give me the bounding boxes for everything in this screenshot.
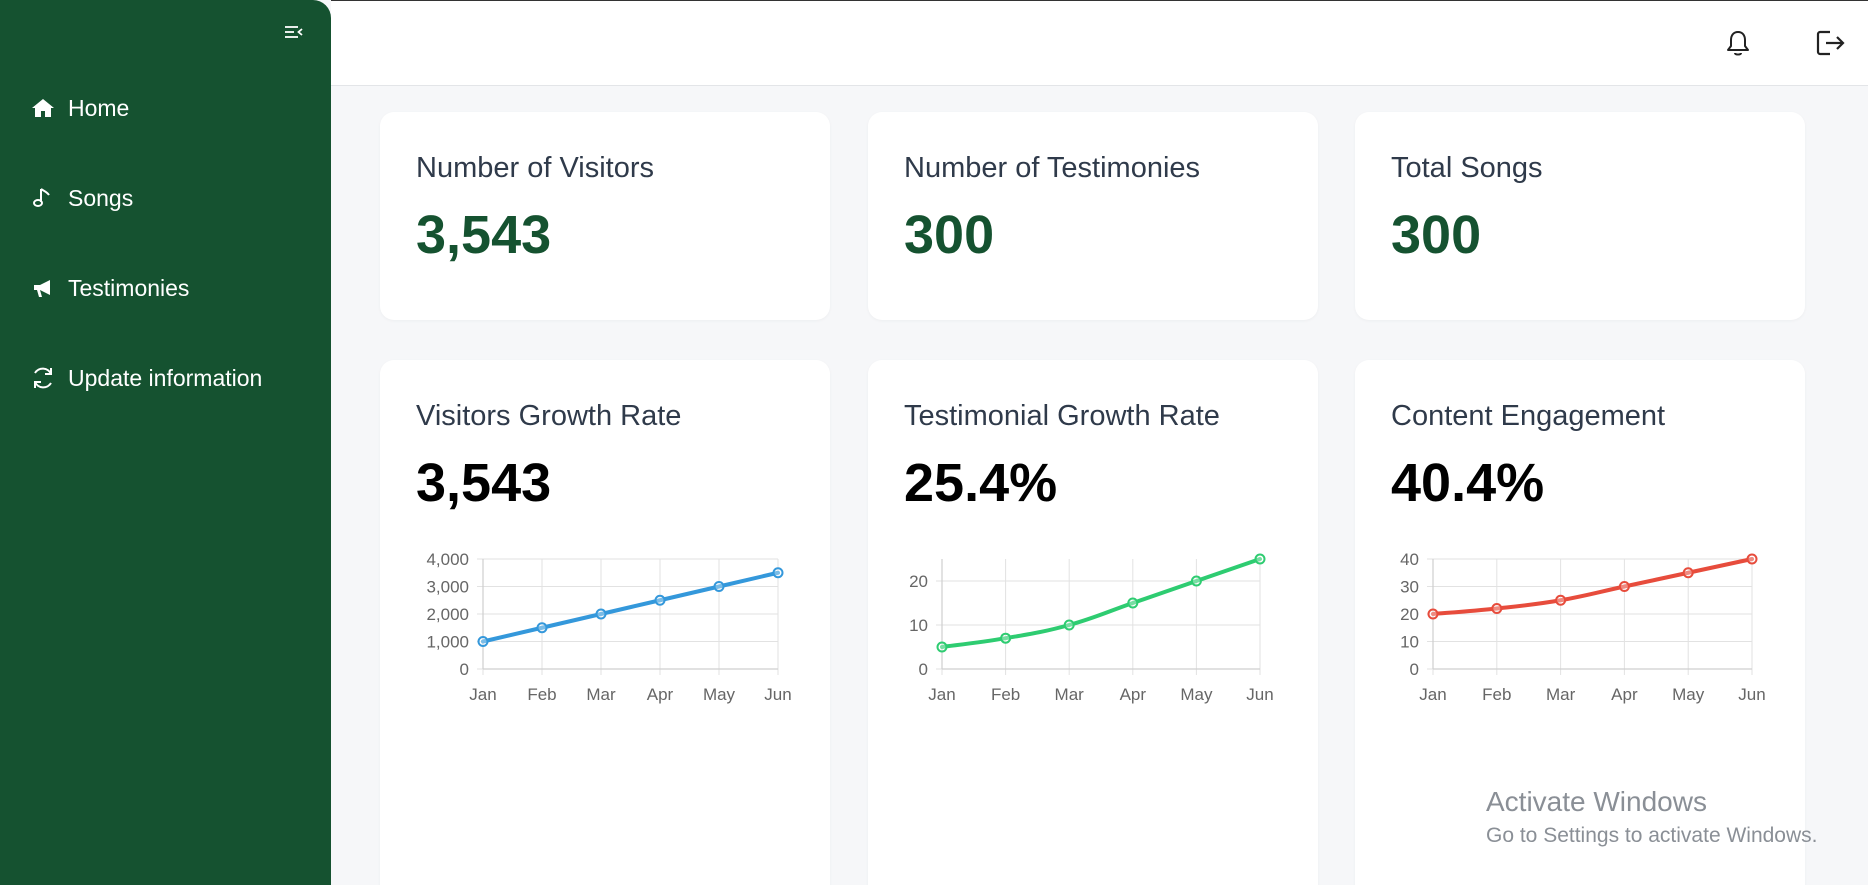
x-tick-label: Jun <box>1246 685 1273 704</box>
data-point <box>1063 619 1075 631</box>
series-line <box>481 570 780 644</box>
data-point <box>1127 597 1139 609</box>
x-tick-label: Apr <box>1611 685 1638 704</box>
y-tick-label: 10 <box>1400 633 1419 652</box>
data-point <box>713 581 725 592</box>
data-point <box>1427 608 1439 620</box>
data-point <box>1555 594 1567 606</box>
sidebar-item-update-information[interactable]: Update information <box>0 358 331 398</box>
y-tick-label: 2,000 <box>426 605 469 624</box>
data-point <box>1254 553 1266 565</box>
x-tick-label: Mar <box>586 685 616 704</box>
data-point <box>536 622 548 634</box>
data-point <box>477 636 489 647</box>
y-tick-label: 1,000 <box>426 633 469 652</box>
sidebar-item-label: Testimonies <box>68 274 190 301</box>
refresh-icon <box>30 365 56 391</box>
windows-activation-watermark: Activate Windows Go to Settings to activ… <box>1486 786 1818 848</box>
home-icon <box>30 95 56 121</box>
watermark-title: Activate Windows <box>1486 786 1707 817</box>
series-line <box>940 557 1262 649</box>
x-tick-label: Jun <box>1738 685 1765 704</box>
card-title: Number of Testimonies <box>904 152 1201 184</box>
data-point <box>772 567 784 579</box>
metric-card-visitors-growth: Visitors Growth Rate 3,543 0 1,000 2,000 3,… <box>380 360 830 885</box>
data-point <box>936 641 948 653</box>
x-tick-label: Jun <box>764 685 791 704</box>
megaphone-icon <box>30 275 56 301</box>
x-tick-label: Apr <box>647 685 674 704</box>
x-tick-label: Jan <box>1419 685 1446 704</box>
x-tick-label: Feb <box>527 685 556 704</box>
x-tick-label: Mar <box>1055 685 1085 704</box>
card-title: Testimonial Growth Rate <box>904 400 1220 432</box>
card-title: Content Engagement <box>1391 400 1666 432</box>
sidebar-nav: Home Songs Testimonies Update informatio… <box>0 88 331 448</box>
stat-value: 300 <box>904 205 995 265</box>
metric-value: 25.4% <box>904 453 1058 513</box>
line-chart-testimonial: 0 10 20 Jan Feb Mar Apr May Jun <box>909 553 1274 704</box>
logout-icon[interactable] <box>1815 27 1847 59</box>
sidebar-item-songs[interactable]: Songs <box>0 178 331 218</box>
card-title: Visitors Growth Rate <box>416 400 682 432</box>
sidebar: Home Songs Testimonies Update informatio… <box>0 0 331 885</box>
data-point <box>595 608 607 620</box>
x-tick-label: Mar <box>1546 685 1576 704</box>
y-tick-label: 3,000 <box>426 578 469 597</box>
y-tick-label: 10 <box>909 616 928 635</box>
sidebar-item-label: Update information <box>68 364 263 391</box>
y-tick-label: 0 <box>460 660 469 679</box>
y-tick-label: 4,000 <box>426 550 469 569</box>
menu-collapse-icon[interactable] <box>282 20 306 44</box>
card-title: Total Songs <box>1391 152 1543 184</box>
sidebar-item-label: Songs <box>68 184 134 211</box>
metric-value: 40.4% <box>1391 453 1545 513</box>
x-tick-label: May <box>1180 685 1213 704</box>
data-point <box>654 594 666 606</box>
stat-card-visitors: Number of Visitors 3,543 <box>380 112 830 320</box>
card-title: Number of Visitors <box>416 152 654 184</box>
x-tick-label: Jan <box>928 685 955 704</box>
y-tick-label: 40 <box>1400 550 1419 569</box>
sidebar-item-label: Home <box>68 94 130 121</box>
x-tick-label: Feb <box>991 685 1020 704</box>
line-chart-visitors: 0 1,000 2,000 3,000 4,000 Jan Feb Mar Apr May Jun <box>426 550 791 704</box>
y-tick-label: 0 <box>919 660 928 679</box>
metric-card-testimonial-growth: Testimonial Growth Rate 25.4% 0 10 20 Jan Fe… <box>868 360 1318 885</box>
y-tick-label: 20 <box>909 572 928 591</box>
x-tick-label: Jan <box>469 685 496 704</box>
stat-value: 3,543 <box>416 205 552 265</box>
stat-card-songs: Total Songs 300 <box>1355 112 1805 320</box>
x-tick-label: May <box>703 685 736 704</box>
music-note-icon <box>30 185 56 211</box>
metric-value: 3,543 <box>416 453 552 513</box>
stat-value: 300 <box>1391 205 1482 265</box>
x-tick-label: Feb <box>1482 685 1511 704</box>
line-chart-engagement: 0 10 20 30 40 Jan Feb Mar Apr May Jun <box>1400 550 1766 704</box>
data-point <box>1746 553 1758 565</box>
x-tick-label: Apr <box>1120 685 1147 704</box>
data-point <box>1682 567 1694 579</box>
x-tick-label: May <box>1672 685 1705 704</box>
sidebar-item-testimonies[interactable]: Testimonies <box>0 268 331 308</box>
y-tick-label: 20 <box>1400 605 1419 624</box>
y-tick-label: 30 <box>1400 578 1419 597</box>
data-point <box>1000 632 1012 644</box>
watermark-subtitle: Go to Settings to activate Windows. <box>1486 824 1818 847</box>
bell-icon[interactable] <box>1722 27 1754 59</box>
sidebar-item-home[interactable]: Home <box>0 88 331 128</box>
data-point <box>1190 575 1202 587</box>
app: Home Songs Testimonies Update informatio… <box>0 0 1868 885</box>
data-point <box>1618 581 1630 592</box>
y-tick-label: 0 <box>1410 660 1419 679</box>
topbar <box>331 0 1868 86</box>
stat-card-testimonies: Number of Testimonies 300 <box>868 112 1318 320</box>
data-point <box>1491 603 1503 614</box>
